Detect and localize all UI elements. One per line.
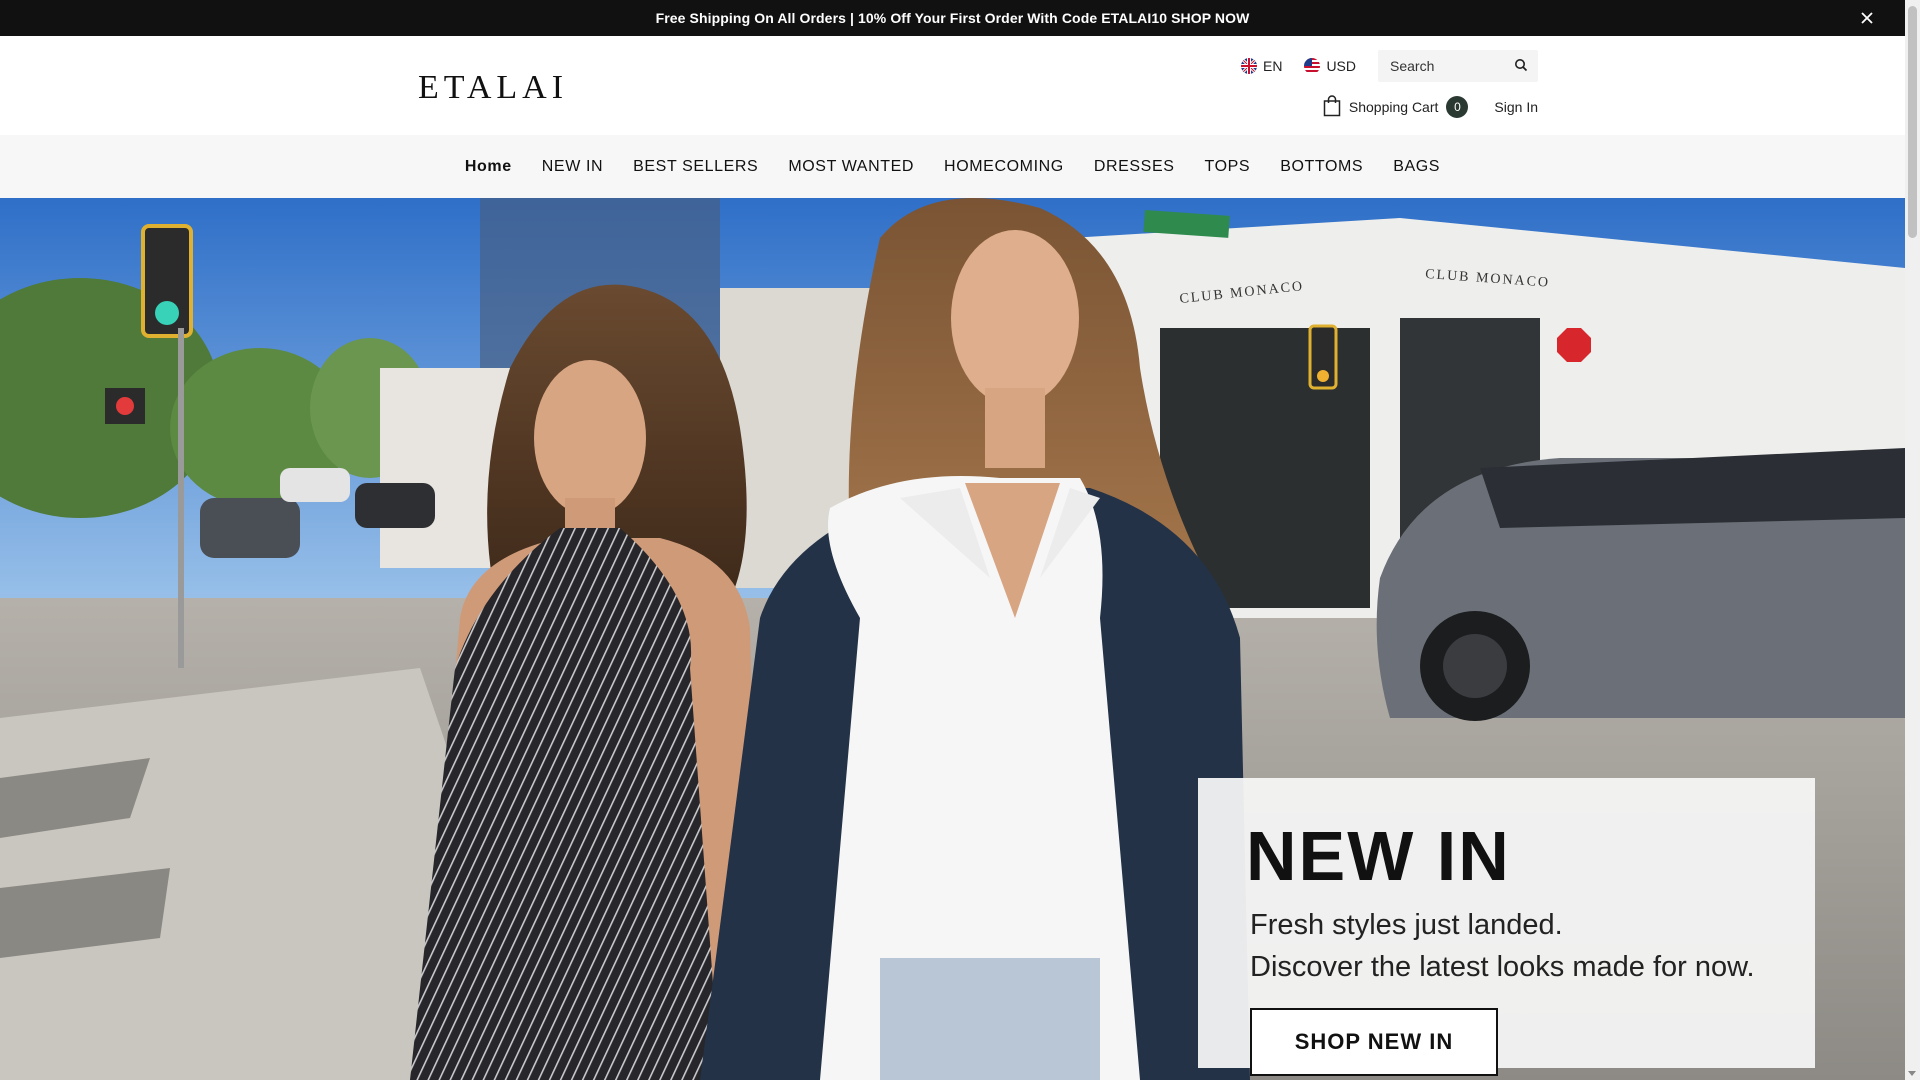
scrollbar-thumb[interactable] xyxy=(1908,6,1917,238)
promo-title: NEW IN xyxy=(1246,817,1511,895)
search-box[interactable] xyxy=(1378,50,1538,82)
promo-subtitle-line-2: Discover the latest looks made for now. xyxy=(1250,951,1755,983)
scroll-down-arrow-icon[interactable] xyxy=(1908,1071,1916,1076)
us-flag-icon xyxy=(1304,58,1321,74)
nav-item-bags[interactable]: BAGS xyxy=(1393,158,1440,176)
shopping-bag-icon xyxy=(1323,94,1341,120)
shopping-cart-label: Shopping Cart xyxy=(1348,99,1439,115)
site-logo[interactable]: ETALAI xyxy=(418,69,568,107)
nav-item-home[interactable]: Home xyxy=(465,158,512,176)
nav-item-tops[interactable]: TOPS xyxy=(1205,158,1251,176)
currency-label: USD xyxy=(1326,58,1356,74)
utility-row: EN USD xyxy=(1240,50,1538,82)
shopping-cart-link[interactable]: Shopping Cart 0 xyxy=(1323,94,1469,120)
shop-new-in-button[interactable]: SHOP NEW IN xyxy=(1250,1008,1498,1076)
nav-item-bottoms[interactable]: BOTTOMS xyxy=(1280,158,1363,176)
announcement-text[interactable]: Free Shipping On All Orders | 10% Off Yo… xyxy=(656,10,1250,26)
currency-selector[interactable]: USD xyxy=(1304,58,1356,74)
page-scrollbar[interactable] xyxy=(1905,0,1920,1080)
promo-subtitle-line-1: Fresh styles just landed. xyxy=(1250,909,1563,941)
nav-item-homecoming[interactable]: HOMECOMING xyxy=(944,158,1064,176)
promo-card: NEW IN Fresh styles just landed. Discove… xyxy=(1198,778,1815,1076)
search-icon[interactable] xyxy=(1514,58,1528,75)
search-input[interactable] xyxy=(1388,57,1514,75)
hero-banner[interactable]: CLUB MONACO CLUB MONACO NEW IN Fresh sty… xyxy=(0,198,1905,1080)
nav-item-new-in[interactable]: NEW IN xyxy=(542,158,603,176)
main-nav: Home NEW IN BEST SELLERS MOST WANTED HOM… xyxy=(0,135,1905,198)
cart-count-badge: 0 xyxy=(1446,96,1469,118)
site-header: ETALAI EN USD Search Shopping Cart 0 Sig… xyxy=(0,36,1905,135)
language-selector[interactable]: EN xyxy=(1240,58,1283,74)
sign-in-link[interactable]: Sign In xyxy=(1494,99,1538,115)
nav-item-best-sellers[interactable]: BEST SELLERS xyxy=(633,158,758,176)
account-row: Shopping Cart 0 Sign In xyxy=(1323,94,1538,120)
uk-flag-icon xyxy=(1240,58,1257,74)
nav-item-dresses[interactable]: DRESSES xyxy=(1094,158,1175,176)
announcement-bar[interactable]: Free Shipping On All Orders | 10% Off Yo… xyxy=(0,0,1905,36)
nav-item-most-wanted[interactable]: MOST WANTED xyxy=(788,158,914,176)
language-label: EN xyxy=(1262,58,1283,74)
close-icon[interactable] xyxy=(1857,8,1877,28)
